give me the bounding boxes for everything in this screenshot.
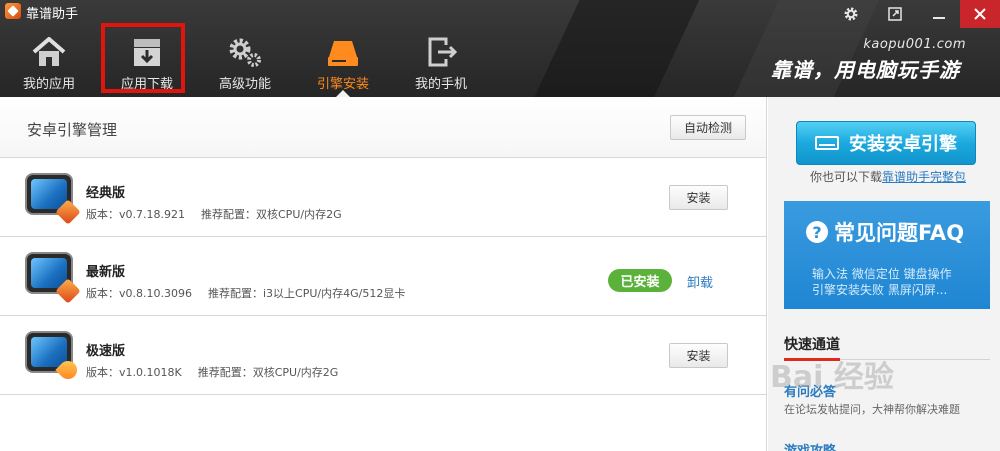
engine-version: 版本：v0.8.10.3096 <box>86 287 192 300</box>
minimize-icon-glyph <box>933 17 945 19</box>
question-icon: ? <box>806 221 828 243</box>
engine-monitor-icon <box>25 173 81 225</box>
nav-engine-install[interactable]: 引擎安装 <box>294 30 392 97</box>
faq-panel[interactable]: ? 常见问题FAQ 输入法 微信定位 键盘操作 引擎安装失败 黑屏闪屏... <box>784 201 990 309</box>
qa-link[interactable]: 有问必答 <box>784 381 836 400</box>
nav-label: 我的手机 <box>414 77 467 92</box>
nav-advanced[interactable]: 高级功能 <box>196 30 294 97</box>
game-guide-link[interactable]: 游戏攻略 <box>784 440 836 451</box>
nav-label: 应用下载 <box>120 77 173 92</box>
nav-label: 引擎安装 <box>316 77 369 92</box>
brand-url: kaopu001.com <box>863 37 966 52</box>
rocket-icon <box>55 357 81 383</box>
engine-name: 极速版 <box>86 344 126 359</box>
gears-icon <box>226 35 264 69</box>
engine-name: 经典版 <box>86 186 126 201</box>
engine-badge-icon <box>55 199 81 225</box>
engine-meta: 版本：v0.8.10.3096 推荐配置：i3以上CPU/内存4G/512显卡 <box>86 285 405 301</box>
engine-monitor-icon <box>25 252 81 304</box>
title-bar: 靠谱助手 我的应用 应用下载 高级功能 引擎安装 我的手机 kaopu001.c… <box>0 0 1000 97</box>
right-sidebar: 安装安卓引擎 你也可以下载靠谱助手完整包 ? 常见问题FAQ 输入法 微信定位 … <box>768 97 1000 451</box>
engine-version: 版本：v0.7.18.921 <box>86 208 185 221</box>
close-icon[interactable] <box>960 0 1000 28</box>
download-hint-text: 你也可以下载 <box>810 170 883 184</box>
restore-icon[interactable] <box>874 0 916 28</box>
engine-badge-icon <box>55 278 81 304</box>
download-hint: 你也可以下载靠谱助手完整包 <box>810 168 966 185</box>
section-header: 安卓引擎管理 自动检测 <box>0 97 766 158</box>
app-title: 靠谱助手 <box>26 7 79 22</box>
page-title: 安卓引擎管理 <box>27 121 118 139</box>
nav-my-apps[interactable]: 我的应用 <box>0 30 98 97</box>
install-button[interactable]: 安装 <box>669 185 728 210</box>
faq-topics: 输入法 微信定位 键盘操作 引擎安装失败 黑屏闪屏... <box>812 266 952 298</box>
main-nav: 我的应用 应用下载 高级功能 引擎安装 我的手机 <box>0 30 490 97</box>
engine-row-classic: 经典版 版本：v0.7.18.921 推荐配置：双核CPU/内存2G 安装 <box>0 158 766 237</box>
home-icon <box>30 35 68 69</box>
restore-icon-glyph <box>888 7 902 21</box>
settings-icon[interactable] <box>830 0 872 28</box>
drive-icon <box>815 136 839 150</box>
engine-config: 推荐配置：i3以上CPU/内存4G/512显卡 <box>208 287 406 300</box>
app-logo-icon <box>5 3 21 19</box>
installed-status-badge: 已安装 <box>608 269 672 292</box>
nav-label: 我的应用 <box>22 77 75 92</box>
engine-meta: 版本：v1.0.1018K 推荐配置：双核CPU/内存2G <box>86 364 338 380</box>
nav-label: 高级功能 <box>218 77 271 92</box>
engine-version: 版本：v1.0.1018K <box>86 366 182 379</box>
phone-export-icon <box>422 35 460 69</box>
engine-name: 最新版 <box>86 265 126 280</box>
install-engine-label: 安装安卓引擎 <box>849 134 957 155</box>
engine-management-panel: 安卓引擎管理 自动检测 经典版 版本：v0.7.18.921 推荐配置：双核CPU… <box>0 97 767 451</box>
engine-config: 推荐配置：双核CPU/内存2G <box>201 208 342 221</box>
minimize-icon[interactable] <box>918 0 960 28</box>
engine-row-latest: 最新版 版本：v0.8.10.3096 推荐配置：i3以上CPU/内存4G/512… <box>0 237 766 316</box>
gear-icon <box>844 7 858 21</box>
auto-detect-button[interactable]: 自动检测 <box>670 115 746 140</box>
brand-slogan: 靠谱，用电脑玩手游 <box>771 58 960 82</box>
faq-title-text: 常见问题FAQ <box>834 221 965 245</box>
faq-title: ? 常见问题FAQ <box>806 217 964 247</box>
engine-meta: 版本：v0.7.18.921 推荐配置：双核CPU/内存2G <box>86 206 342 222</box>
uninstall-link[interactable]: 卸载 <box>687 272 713 291</box>
engine-monitor-icon <box>25 331 81 383</box>
quick-access-title: 快速通道 <box>784 337 840 353</box>
qa-description: 在论坛发帖提问，大神帮你解决难题 <box>784 403 960 416</box>
divider-accent <box>784 358 840 361</box>
install-button[interactable]: 安装 <box>669 343 728 368</box>
drive-icon <box>324 35 362 69</box>
faq-topics-line[interactable]: 输入法 微信定位 键盘操作 <box>812 266 952 282</box>
nav-app-download[interactable]: 应用下载 <box>98 30 196 97</box>
engine-config: 推荐配置：双核CPU/内存2G <box>197 366 339 379</box>
engine-row-speed: 极速版 版本：v1.0.1018K 推荐配置：双核CPU/内存2G 安装 <box>0 316 766 395</box>
full-package-link[interactable]: 靠谱助手完整包 <box>882 170 966 184</box>
faq-topics-line[interactable]: 引擎安装失败 黑屏闪屏... <box>812 282 952 298</box>
download-box-icon <box>128 35 166 69</box>
nav-my-phone[interactable]: 我的手机 <box>392 30 490 97</box>
install-android-engine-button[interactable]: 安装安卓引擎 <box>796 121 976 165</box>
close-icon-glyph <box>974 8 986 20</box>
